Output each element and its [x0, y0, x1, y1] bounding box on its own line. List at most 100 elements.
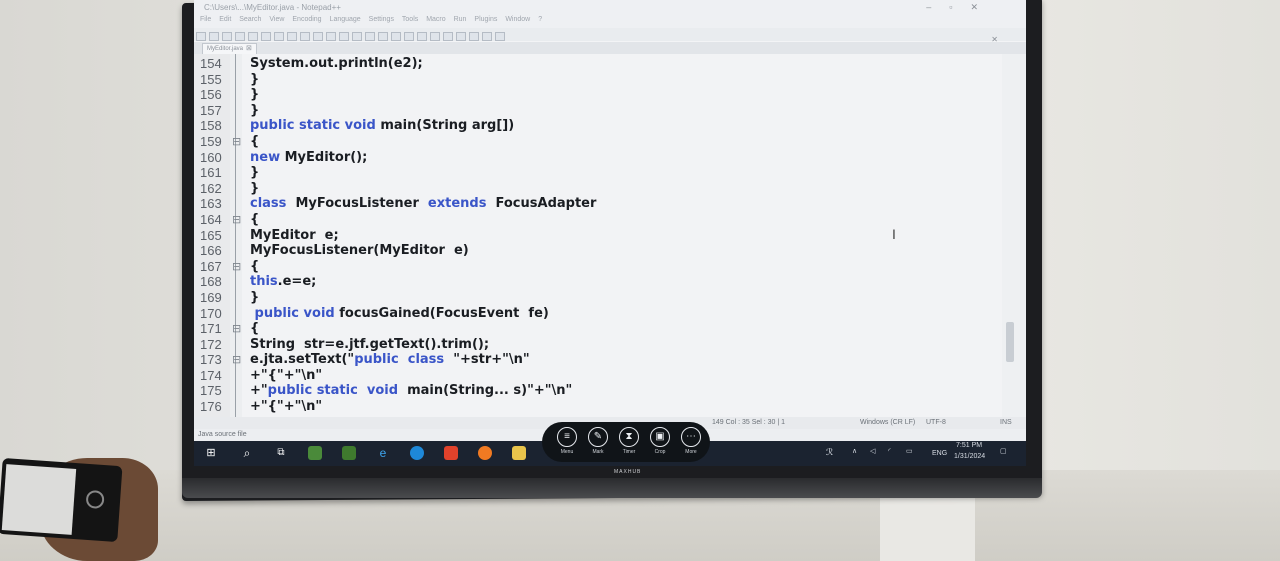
menu-plugins[interactable]: Plugins — [474, 16, 497, 23]
menu-view[interactable]: View — [269, 16, 284, 23]
code-text: } — [250, 87, 260, 103]
macro-stop-icon[interactable] — [456, 32, 466, 41]
print-icon[interactable] — [261, 32, 271, 41]
save-all-icon[interactable] — [235, 32, 245, 41]
menu-macro[interactable]: Macro — [426, 16, 445, 23]
more-tool-button[interactable]: ⋯ More — [680, 427, 702, 455]
firefox-icon[interactable] — [478, 446, 492, 460]
tray-chevron-icon[interactable]: ∧ — [852, 447, 857, 455]
zoom-in-icon[interactable] — [365, 32, 375, 41]
line-number: 168 — [200, 274, 222, 290]
code-text: class MyFocusListener extends FocusAdapt… — [250, 196, 597, 212]
code-text: +"{"+"\n" — [250, 399, 323, 415]
replace-icon[interactable] — [352, 32, 362, 41]
tab-label: MyEditor.java — [207, 46, 244, 52]
fold-marker-icon[interactable]: ⊟ — [232, 259, 241, 275]
menu-encoding[interactable]: Encoding — [292, 16, 321, 23]
redo-icon[interactable] — [326, 32, 336, 41]
keyboard-icon[interactable]: ▭ — [906, 447, 913, 455]
macro-run-multi-icon[interactable] — [482, 32, 492, 41]
minimize-button[interactable]: – — [926, 2, 949, 12]
find-icon[interactable] — [339, 32, 349, 41]
line-number: 166 — [200, 243, 222, 259]
menu-help[interactable]: ? — [538, 16, 542, 23]
task-view-icon[interactable]: ⧉ — [274, 446, 288, 460]
vertical-scrollbar[interactable] — [1002, 54, 1026, 417]
show-all-chars-icon[interactable] — [417, 32, 427, 41]
menu-tool-icon: ≡ — [557, 427, 577, 447]
code-text: new MyEditor(); — [250, 149, 368, 165]
menu-file[interactable]: File — [200, 16, 211, 23]
internet-explorer-icon[interactable]: e — [376, 446, 390, 460]
people-icon[interactable]: ℛ — [826, 447, 833, 458]
line-number: 175 — [200, 383, 222, 399]
window-controls[interactable]: –▫✕ — [926, 2, 996, 13]
undo-icon[interactable] — [313, 32, 323, 41]
notification-icon[interactable]: ▢ — [1000, 447, 1007, 455]
sync-scroll-icon[interactable] — [391, 32, 401, 41]
code-text: } — [250, 71, 260, 87]
fold-marker-icon[interactable]: ⊟ — [232, 134, 241, 150]
clock-date[interactable]: 1/31/2024 — [954, 453, 985, 460]
new-file-icon[interactable] — [196, 32, 206, 41]
crop-tool-button[interactable]: ▣ Crop — [649, 427, 671, 455]
fold-marker-icon[interactable]: ⊟ — [232, 212, 241, 228]
macro-play-icon[interactable] — [469, 32, 479, 41]
paste-icon[interactable] — [300, 32, 310, 41]
save-icon[interactable] — [222, 32, 232, 41]
word-wrap-icon[interactable] — [404, 32, 414, 41]
menu-tools[interactable]: Tools — [402, 16, 418, 23]
line-number: 154 — [200, 56, 222, 71]
fold-marker-icon[interactable]: ⊟ — [232, 321, 241, 337]
code-editor[interactable]: 154 System.out.println(e2); 155} 156} 157} 15… — [194, 54, 1002, 417]
menu-language[interactable]: Language — [330, 16, 361, 23]
close-icon[interactable] — [248, 32, 258, 41]
start-windows-icon[interactable]: ⊞ — [204, 446, 218, 460]
code-text: { — [250, 211, 260, 227]
menu-run[interactable]: Run — [454, 16, 467, 23]
code-text: { — [250, 258, 260, 274]
menu-window[interactable]: Window — [505, 16, 530, 23]
app-notepadpp-icon[interactable] — [342, 446, 356, 460]
menu-tool-button[interactable]: ≡ Menu — [556, 427, 578, 455]
menu-settings[interactable]: Settings — [369, 16, 394, 23]
close-document-icon[interactable]: ✕ — [991, 35, 998, 44]
network-icon[interactable]: ◜ — [888, 447, 891, 455]
macro-record-icon[interactable] — [443, 32, 453, 41]
indent-guide-icon[interactable] — [430, 32, 440, 41]
fold-marker-icon[interactable]: ⊟ — [232, 352, 241, 368]
open-file-icon[interactable] — [209, 32, 219, 41]
tab-close-icon[interactable]: ⊠ — [246, 45, 252, 52]
line-number: 160 — [200, 149, 222, 165]
line-number: 156 — [200, 87, 222, 103]
text-cursor-icon: I — [892, 226, 896, 242]
edge-icon[interactable] — [410, 446, 424, 460]
brave-icon[interactable] — [444, 446, 458, 460]
scrollbar-thumb[interactable] — [1006, 322, 1014, 362]
mark-tool-button[interactable]: ✎ Mark — [587, 427, 609, 455]
menu-bar: File Edit Search View Encoding Language … — [194, 16, 1026, 28]
floating-toolbar: ≡ Menu ✎ Mark ⧗ Timer ▣ Crop ⋯ More — [542, 422, 710, 462]
zoom-out-icon[interactable] — [378, 32, 388, 41]
macro-save-icon[interactable] — [495, 32, 505, 41]
close-button[interactable]: ✕ — [970, 2, 996, 12]
maximize-button[interactable]: ▫ — [949, 2, 970, 12]
menu-search[interactable]: Search — [239, 16, 261, 23]
file-explorer-icon[interactable] — [512, 446, 526, 460]
more-tool-icon: ⋯ — [681, 427, 701, 447]
app-green-icon[interactable] — [308, 446, 322, 460]
code-text: public void focusGained(FocusEvent fe) — [254, 305, 549, 321]
timer-tool-button[interactable]: ⧗ Timer — [618, 427, 640, 455]
volume-icon[interactable]: ◁ — [870, 447, 875, 455]
line-number: 170 — [200, 305, 222, 321]
status-encoding: UTF-8 — [926, 419, 946, 426]
search-icon[interactable]: ⌕ — [240, 446, 254, 460]
cut-icon[interactable] — [274, 32, 284, 41]
language-indicator[interactable]: ENG — [932, 450, 947, 457]
menu-edit[interactable]: Edit — [219, 16, 231, 23]
copy-icon[interactable] — [287, 32, 297, 41]
tab-bar: MyEditor.java ⊠ — [194, 42, 1026, 55]
line-number: 176 — [200, 399, 222, 415]
tv-screen: C:\Users\...\MyEditor.java - Notepad++ –… — [194, 0, 1026, 466]
clock-time[interactable]: 7:51 PM — [956, 442, 982, 449]
